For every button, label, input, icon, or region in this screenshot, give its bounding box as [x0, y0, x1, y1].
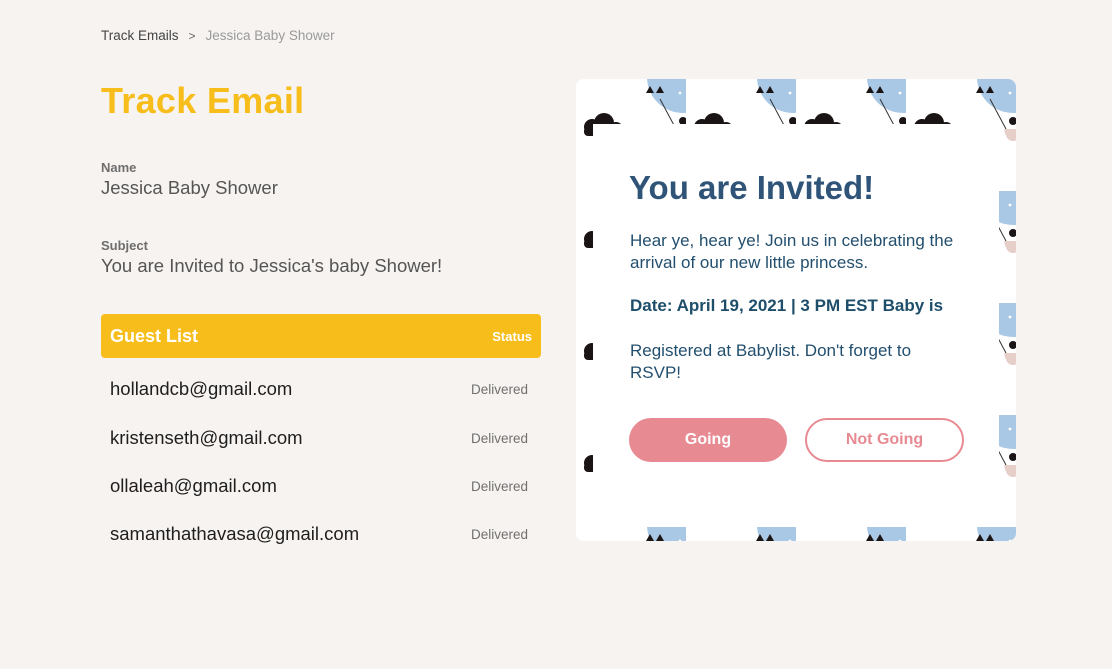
- breadcrumb-current: Jessica Baby Shower: [205, 28, 335, 43]
- guest-row: hollandcb@gmail.com Delivered: [110, 378, 528, 400]
- chevron-right-icon: >: [188, 28, 196, 43]
- breadcrumb-track-emails-link[interactable]: Track Emails: [101, 28, 179, 43]
- invitation-date: Date: April 19, 2021 | 3 PM EST Baby is: [630, 296, 944, 315]
- subject-value: You are Invited to Jessica's baby Shower…: [101, 255, 443, 276]
- page-title: Track Email: [101, 80, 305, 121]
- guest-list-header: Guest List Status: [101, 314, 541, 358]
- guest-email: samanthathavasa@gmail.com: [110, 523, 360, 544]
- status-column-header: Status: [492, 328, 532, 344]
- name-label: Name: [101, 160, 137, 175]
- guest-row: samanthathavasa@gmail.com Delivered: [110, 523, 528, 545]
- guest-row: kristenseth@gmail.com Delivered: [110, 427, 528, 449]
- delivery-status: Delivered: [470, 381, 528, 397]
- guest-email: hollandcb@gmail.com: [110, 378, 293, 399]
- delivery-status: Delivered: [470, 526, 528, 542]
- email-preview: You are Invited! Hear ye, hear ye! Join …: [576, 79, 1016, 541]
- breadcrumb: Track Emails > Jessica Baby Shower: [101, 28, 335, 43]
- subject-label: Subject: [101, 238, 148, 253]
- delivery-status: Delivered: [470, 478, 528, 494]
- name-value: Jessica Baby Shower: [101, 177, 278, 198]
- guest-row: ollaleah@gmail.com Delivered: [110, 475, 528, 497]
- guest-email: kristenseth@gmail.com: [110, 427, 303, 448]
- invitation-card: You are Invited! Hear ye, hear ye! Join …: [593, 124, 999, 510]
- going-button[interactable]: Going: [629, 418, 787, 462]
- not-going-button[interactable]: Not Going: [805, 418, 964, 462]
- invitation-heading: You are Invited!: [629, 169, 875, 206]
- guest-list-title: Guest List: [110, 325, 199, 346]
- invitation-body: Hear ye, hear ye! Join us in celebrating…: [630, 231, 954, 272]
- guest-email: ollaleah@gmail.com: [110, 475, 277, 496]
- invitation-registry: Registered at Babylist. Don't forget to …: [630, 341, 912, 382]
- delivery-status: Delivered: [470, 430, 528, 446]
